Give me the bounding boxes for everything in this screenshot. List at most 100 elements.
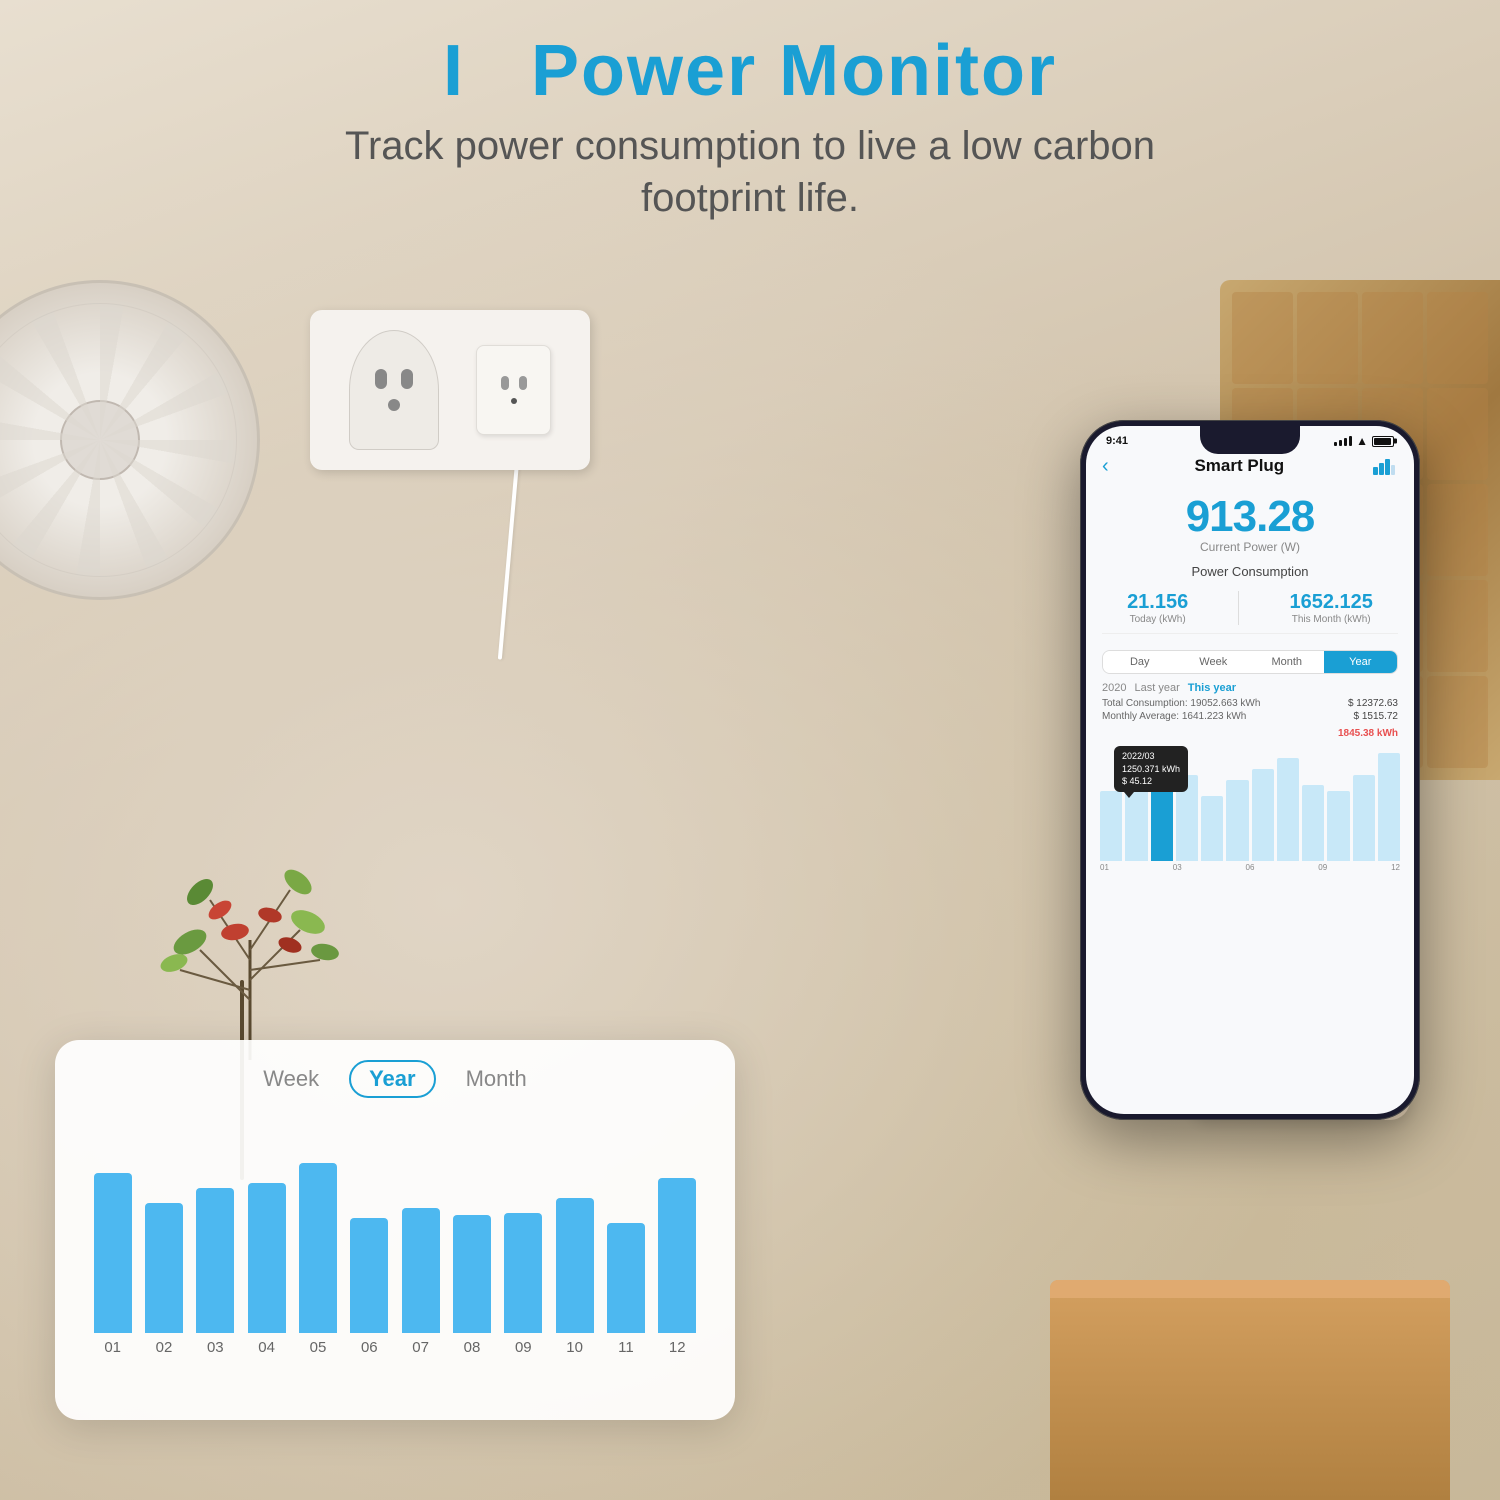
mini-bar-2: [1151, 785, 1173, 861]
mini-bar-0: [1100, 791, 1122, 861]
mini-bar-10: [1353, 775, 1375, 861]
phone-mockup: 9:41 ▲ ‹ Smart Plug: [1080, 420, 1420, 1120]
consumption-row: 21.156 Today (kWh) 1652.125 This Month (…: [1102, 587, 1398, 634]
mini-bar-6: [1252, 769, 1274, 861]
year-tabs: 2020 Last year This year: [1086, 682, 1414, 698]
nightstand-top: [1050, 1280, 1450, 1298]
bar-col-09: 09: [498, 1213, 549, 1356]
bar-col-06: 06: [344, 1218, 395, 1356]
bar-03: [196, 1188, 234, 1333]
monthly-avg-row: Monthly Average: 1641.223 kWh $ 1515.72: [1102, 711, 1398, 722]
year-this[interactable]: This year: [1188, 682, 1236, 694]
bar-label-10: 10: [566, 1339, 583, 1356]
chart-card: Week Year Month 01 02 03 04 05 06 07 08 09 10 11 12: [55, 1040, 735, 1420]
monthly-label: Monthly Average: 1641.223 kWh: [1102, 711, 1246, 722]
bar-05: [299, 1163, 337, 1333]
bar-label-06: 06: [361, 1339, 378, 1356]
outlet-plate: [310, 310, 590, 470]
power-reading: 913.28: [1086, 492, 1414, 542]
bar-04: [248, 1183, 286, 1333]
bar-10: [556, 1198, 594, 1333]
bar-col-12: 12: [652, 1178, 703, 1356]
bar-label-02: 02: [156, 1339, 173, 1356]
phone-notch: [1200, 426, 1300, 454]
bar-08: [453, 1215, 491, 1333]
tab-year-active[interactable]: Year: [1324, 651, 1398, 673]
bar-col-03: 03: [190, 1188, 241, 1356]
year-2020[interactable]: 2020: [1102, 682, 1126, 694]
bar-label-01: 01: [104, 1339, 121, 1356]
bar-01: [94, 1173, 132, 1333]
chart-tabs: Week Year Month: [83, 1060, 707, 1098]
peak-label: 1845.38 kWh: [1086, 728, 1414, 739]
monthly-value: $ 1515.72: [1354, 711, 1399, 722]
bar-label-05: 05: [310, 1339, 327, 1356]
feature-icon: I: [443, 31, 465, 111]
bar-label-08: 08: [464, 1339, 481, 1356]
bar-col-01: 01: [87, 1173, 138, 1356]
header-section: I Power Monitor Track power consumption …: [0, 30, 1500, 224]
mini-bar-9: [1327, 791, 1349, 861]
back-button[interactable]: ‹: [1102, 455, 1109, 478]
bar-col-07: 07: [395, 1208, 446, 1356]
bar-label-03: 03: [207, 1339, 224, 1356]
bar-09: [504, 1213, 542, 1333]
smart-plug: [476, 345, 551, 435]
battery-icon: [1372, 436, 1394, 447]
consumption-section: Power Consumption 21.156 Today (kWh) 165…: [1086, 556, 1414, 642]
bar-label-07: 07: [412, 1339, 429, 1356]
month-label: This Month (kWh): [1289, 614, 1372, 625]
mini-bar-7: [1277, 758, 1299, 861]
chart-bars-container: 01 02 03 04 05 06 07 08 09 10 11 12: [83, 1116, 707, 1356]
chart-icon[interactable]: [1370, 452, 1398, 480]
total-label: Total Consumption: 19052.663 kWh: [1102, 698, 1260, 709]
bar-col-11: 11: [600, 1223, 651, 1356]
month-consumption: 1652.125 This Month (kWh): [1289, 591, 1372, 625]
tab-week[interactable]: Week: [1177, 651, 1251, 673]
tab-day[interactable]: Day: [1103, 651, 1177, 673]
bar-02: [145, 1203, 183, 1333]
chart-tab-year-active[interactable]: Year: [349, 1060, 436, 1098]
chart-tab-week[interactable]: Week: [263, 1066, 319, 1092]
mini-bar-5: [1226, 780, 1248, 861]
chart-tab-month[interactable]: Month: [466, 1066, 527, 1092]
today-value: 21.156: [1127, 591, 1188, 614]
nightstand: [1050, 1280, 1450, 1500]
bar-label-09: 09: [515, 1339, 532, 1356]
today-label: Today (kWh): [1127, 614, 1188, 625]
bar-12: [658, 1178, 696, 1333]
page-title: I Power Monitor: [0, 30, 1500, 112]
wifi-icon: ▲: [1356, 434, 1368, 448]
bar-07: [402, 1208, 440, 1333]
bar-06: [350, 1218, 388, 1333]
time-display: 9:41: [1106, 435, 1128, 447]
power-unit-label: Current Power (W): [1086, 540, 1414, 554]
today-consumption: 21.156 Today (kWh): [1127, 591, 1188, 625]
mini-bar-11: [1378, 753, 1400, 861]
tab-month[interactable]: Month: [1250, 651, 1324, 673]
total-value: $ 12372.63: [1348, 698, 1398, 709]
bar-col-08: 08: [446, 1215, 497, 1356]
chart-tooltip: 2022/03 1250.371 kWh $ 45.12: [1114, 746, 1188, 792]
month-value: 1652.125: [1289, 591, 1372, 614]
total-consumption-row: Total Consumption: 19052.663 kWh $ 12372…: [1102, 698, 1398, 709]
bar-col-04: 04: [241, 1183, 292, 1356]
divider: [1238, 591, 1239, 625]
phone-screen: 9:41 ▲ ‹ Smart Plug: [1086, 426, 1414, 1114]
phone-page-title: Smart Plug: [1194, 456, 1284, 476]
year-last[interactable]: Last year: [1134, 682, 1179, 694]
mini-bar-8: [1302, 785, 1324, 861]
mini-bar-4: [1201, 796, 1223, 861]
bar-col-05: 05: [292, 1163, 343, 1356]
consumption-title: Power Consumption: [1102, 564, 1398, 579]
signal-icon: [1334, 436, 1352, 446]
bar-col-02: 02: [138, 1203, 189, 1356]
mini-chart: 2022/03 1250.371 kWh $ 45.12: [1096, 741, 1404, 861]
header-subtitle: Track power consumption to live a low ca…: [0, 120, 1500, 224]
stats-section: Total Consumption: 19052.663 kWh $ 12372…: [1086, 698, 1414, 728]
bar-label-11: 11: [618, 1339, 634, 1356]
fan-blades: [0, 303, 237, 577]
bar-col-10: 10: [549, 1198, 600, 1356]
power-value-section: 913.28 Current Power (W): [1086, 484, 1414, 556]
socket-left: [349, 330, 439, 450]
